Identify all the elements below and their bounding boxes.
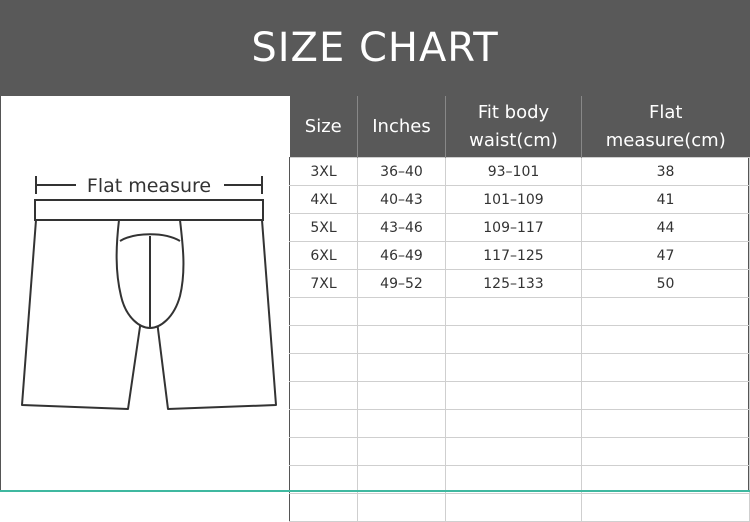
empty-table-cell [445, 381, 582, 410]
empty-table-row [289, 297, 750, 326]
table-cell: 50 [581, 269, 750, 298]
measure-label: Flat measure [87, 175, 211, 197]
table-body: 3XL 36–40 93–101 38 4XL 40–43 101–109 41 5XL 43–4… [289, 157, 750, 522]
table-cell: 38 [581, 157, 750, 186]
empty-table-cell [357, 437, 446, 466]
table-cell: 117–125 [445, 241, 582, 270]
empty-table-cell [289, 493, 358, 522]
table-cell: 109–117 [445, 213, 582, 242]
table-row: 4XL 40–43 101–109 41 [289, 185, 750, 214]
table-row: 6XL 46–49 117–125 47 [289, 241, 750, 270]
page-title: SIZE CHART [251, 25, 499, 71]
table-cell: 101–109 [445, 185, 582, 214]
empty-table-cell [445, 493, 582, 522]
table-cell: 93–101 [445, 157, 582, 186]
empty-table-cell [445, 409, 582, 438]
table-cell: 6XL [289, 241, 358, 270]
empty-table-row [289, 493, 750, 522]
table-cell: 41 [581, 185, 750, 214]
empty-table-cell [289, 381, 358, 410]
table-cell: 44 [581, 213, 750, 242]
table-cell: 125–133 [445, 269, 582, 298]
table-cell: 47 [581, 241, 750, 270]
table-cell: 36–40 [357, 157, 446, 186]
empty-table-cell [581, 381, 750, 410]
table-header-row: Size Inches Fit body waist(cm) Flat meas… [289, 96, 750, 158]
empty-table-cell [581, 409, 750, 438]
title-banner: SIZE CHART [0, 0, 750, 96]
empty-table-cell [445, 297, 582, 326]
empty-table-cell [357, 325, 446, 354]
size-table: Size Inches Fit body waist(cm) Flat meas… [289, 96, 750, 522]
shorts-diagram: Flat measure [0, 96, 289, 490]
header-fit-body-waist: Fit body waist(cm) [445, 96, 582, 158]
empty-table-row [289, 353, 750, 382]
table-row: 7XL 49–52 125–133 50 [289, 269, 750, 298]
empty-table-cell [357, 353, 446, 382]
waistband [34, 199, 264, 221]
empty-table-cell [581, 353, 750, 382]
table-cell: 49–52 [357, 269, 446, 298]
empty-table-cell [581, 325, 750, 354]
empty-table-cell [357, 297, 446, 326]
table-cell: 7XL [289, 269, 358, 298]
empty-table-cell [581, 297, 750, 326]
empty-table-cell [445, 353, 582, 382]
shorts-illustration: Flat measure [21, 175, 277, 410]
table-cell: 5XL [289, 213, 358, 242]
empty-table-cell [581, 493, 750, 522]
empty-table-cell [445, 437, 582, 466]
header-size: Size [289, 96, 358, 158]
empty-table-cell [289, 325, 358, 354]
empty-table-cell [289, 297, 358, 326]
header-flat-measure: Flat measure(cm) [581, 96, 750, 158]
size-table-container: Size Inches Fit body waist(cm) Flat meas… [289, 96, 750, 522]
table-cell: 43–46 [357, 213, 446, 242]
table-cell: 3XL [289, 157, 358, 186]
table-cell: 46–49 [357, 241, 446, 270]
table-cell: 4XL [289, 185, 358, 214]
empty-table-cell [581, 437, 750, 466]
empty-table-cell [289, 409, 358, 438]
empty-table-cell [289, 353, 358, 382]
empty-table-cell [289, 437, 358, 466]
empty-table-cell [357, 409, 446, 438]
table-row: 3XL 36–40 93–101 38 [289, 157, 750, 186]
empty-table-cell [357, 493, 446, 522]
empty-table-cell [445, 325, 582, 354]
empty-table-row [289, 437, 750, 466]
table-row: 5XL 43–46 109–117 44 [289, 213, 750, 242]
empty-table-row [289, 325, 750, 354]
empty-table-row [289, 409, 750, 438]
empty-table-cell [357, 381, 446, 410]
empty-table-row [289, 381, 750, 410]
table-cell: 40–43 [357, 185, 446, 214]
header-inches: Inches [357, 96, 446, 158]
